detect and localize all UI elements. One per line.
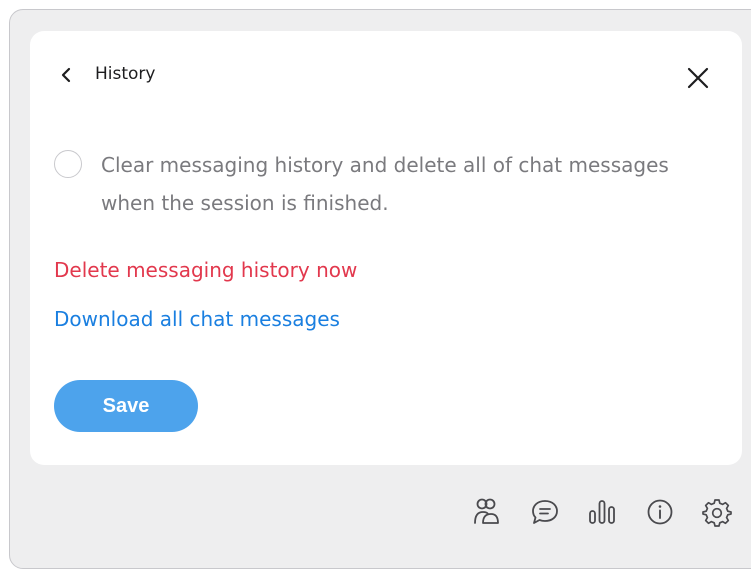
close-icon bbox=[687, 67, 709, 89]
close-button[interactable] bbox=[683, 63, 713, 93]
back-button[interactable] bbox=[55, 64, 77, 86]
chat-button[interactable] bbox=[528, 495, 562, 529]
settings-icon bbox=[702, 499, 732, 527]
chevron-left-icon bbox=[61, 67, 71, 83]
stats-button[interactable] bbox=[585, 495, 619, 529]
download-messages-link[interactable]: Download all chat messages bbox=[54, 305, 340, 333]
info-icon bbox=[647, 499, 673, 525]
stats-icon bbox=[589, 500, 615, 524]
save-button[interactable]: Save bbox=[54, 380, 198, 432]
info-button[interactable] bbox=[643, 495, 677, 529]
page-title: History bbox=[95, 64, 156, 84]
settings-button[interactable] bbox=[700, 495, 734, 529]
chat-icon bbox=[532, 500, 558, 524]
clear-history-label: Clear messaging history and delete all o… bbox=[101, 153, 669, 215]
clear-history-checkbox[interactable] bbox=[54, 150, 82, 178]
delete-history-link[interactable]: Delete messaging history now bbox=[54, 256, 357, 284]
participants-button[interactable] bbox=[469, 495, 503, 529]
clear-history-option: Clear messaging history and delete all o… bbox=[54, 146, 714, 222]
participants-icon bbox=[474, 498, 499, 524]
